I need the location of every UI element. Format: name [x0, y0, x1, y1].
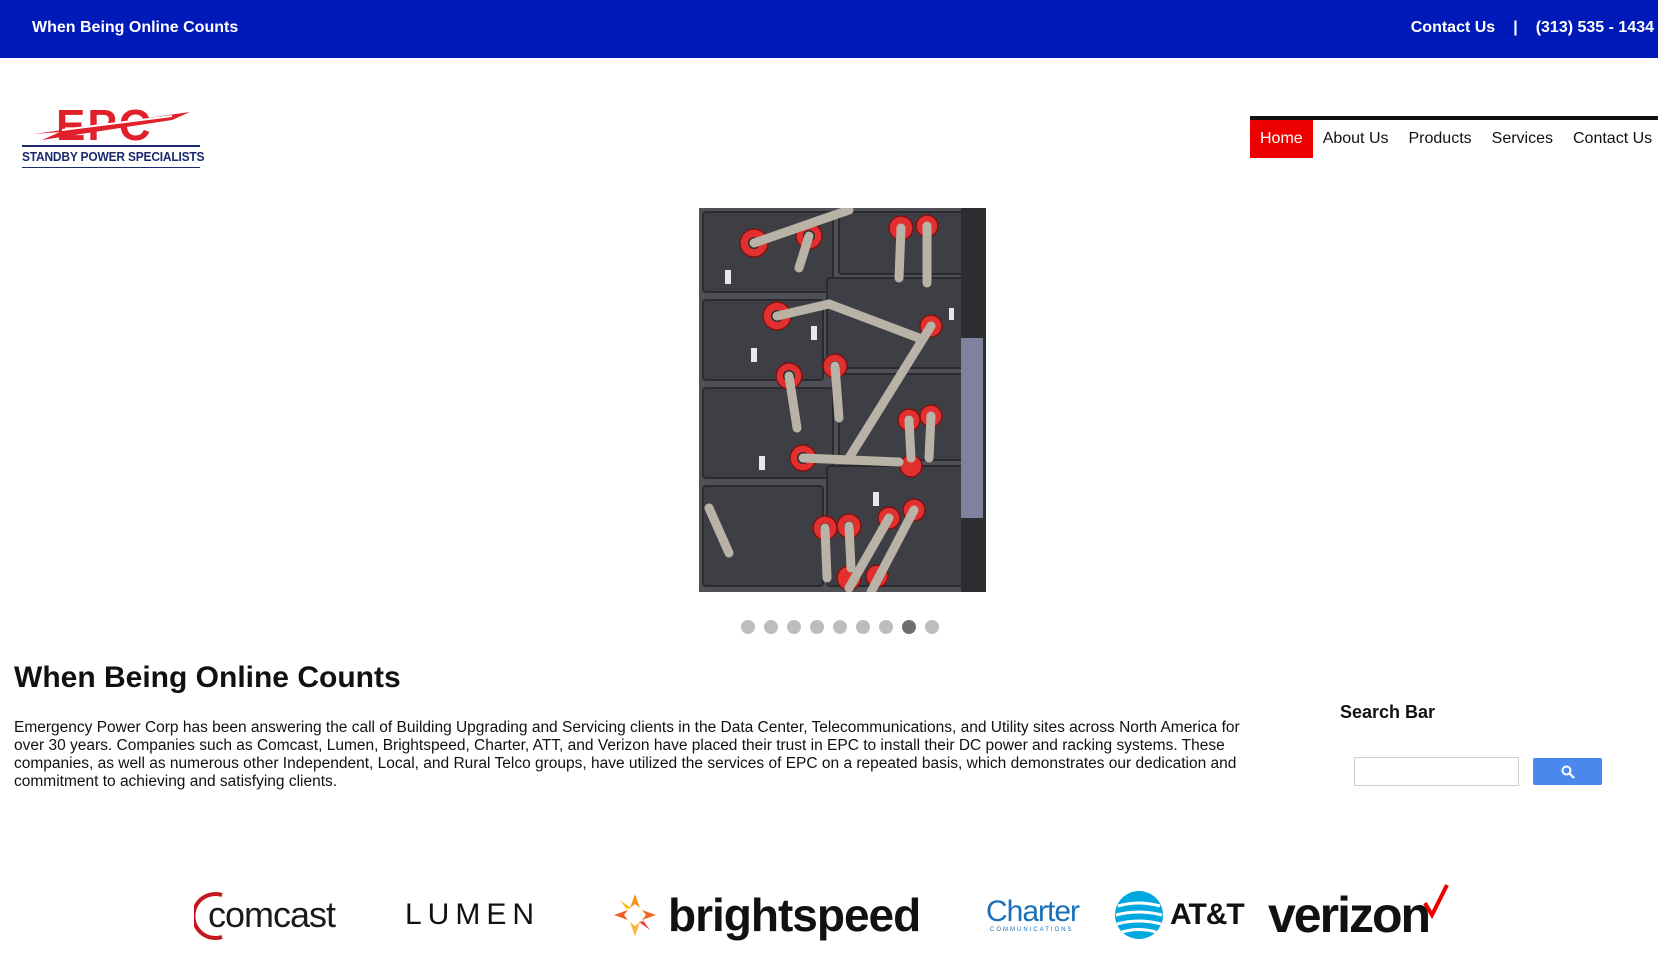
phone-number[interactable]: (313) 535 - 1434	[1536, 19, 1654, 37]
lumen-wordmark: LUMEN	[405, 898, 541, 931]
search-button[interactable]	[1533, 758, 1602, 785]
contact-us-link[interactable]: Contact Us	[1411, 19, 1495, 37]
slide-dot-4[interactable]	[810, 620, 824, 634]
logo-subtitle: STANDBY POWER SPECIALISTS	[22, 149, 205, 164]
intro-paragraph: Emergency Power Corp has been answering …	[14, 719, 1240, 790]
logo-rule	[22, 145, 200, 147]
comcast-logo: comcast	[194, 880, 360, 950]
slide-dot-3[interactable]	[787, 620, 801, 634]
att-wordmark: AT&T	[1170, 898, 1245, 931]
slide-dot-2[interactable]	[764, 620, 778, 634]
comcast-mark: comcast	[194, 892, 337, 940]
nav-contact-us[interactable]: Contact Us	[1563, 120, 1658, 158]
att-globe-icon	[1115, 891, 1163, 939]
slide-dot-8[interactable]	[902, 620, 916, 634]
comcast-wordmark: comcast	[208, 894, 336, 935]
search-title: Search Bar	[1340, 702, 1436, 722]
battery-rack-photo	[699, 208, 986, 592]
site-logo[interactable]: EPC STANDBY POWER SPECIALISTS	[22, 98, 205, 170]
slideshow-dots	[741, 620, 939, 634]
slide-dot-7[interactable]	[879, 620, 893, 634]
search-input[interactable]	[1354, 757, 1519, 786]
verizon-wordmark: verizon	[1268, 887, 1431, 943]
verizon-check-icon	[1423, 884, 1449, 919]
slide-dot-6[interactable]	[856, 620, 870, 634]
charter-subtitle: COMMUNICATIONS	[990, 927, 1074, 933]
brightspeed-wordmark: brightspeed	[668, 889, 921, 941]
lumen-logo: LUMEN	[405, 880, 540, 950]
main-nav: Home About Us Products Services Contact …	[1250, 116, 1658, 158]
brightspeed-mark	[614, 894, 656, 936]
top-bar: When Being Online Counts Contact Us | (3…	[0, 0, 1658, 58]
charter-wordmark: Charter	[986, 895, 1080, 928]
page-headline: When Being Online Counts	[14, 661, 401, 694]
top-bar-tagline: When Being Online Counts	[32, 19, 239, 36]
verizon-logo: verizon	[1268, 880, 1449, 950]
slide-dot-1[interactable]	[741, 620, 755, 634]
search-icon	[1561, 765, 1575, 779]
nav-products[interactable]: Products	[1399, 120, 1482, 158]
client-logos: comcast LUMEN brightspeed Charter COMMUN…	[0, 880, 1658, 950]
top-bar-contact: Contact Us | (313) 535 - 1434	[1411, 19, 1654, 37]
logo-rule-bottom	[22, 167, 200, 168]
epc-logo-mark: EPC	[34, 101, 198, 144]
separator: |	[1513, 19, 1518, 36]
nav-home[interactable]: Home	[1250, 120, 1313, 158]
nav-services[interactable]: Services	[1482, 120, 1563, 158]
brightspeed-logo: brightspeed	[614, 880, 921, 950]
charter-logo: Charter COMMUNICATIONS	[986, 880, 1080, 950]
nav-about-us[interactable]: About Us	[1313, 120, 1399, 158]
slideshow-image[interactable]	[699, 208, 986, 592]
slide-dot-9[interactable]	[925, 620, 939, 634]
slide-dot-5[interactable]	[833, 620, 847, 634]
att-logo: AT&T	[1114, 880, 1245, 950]
